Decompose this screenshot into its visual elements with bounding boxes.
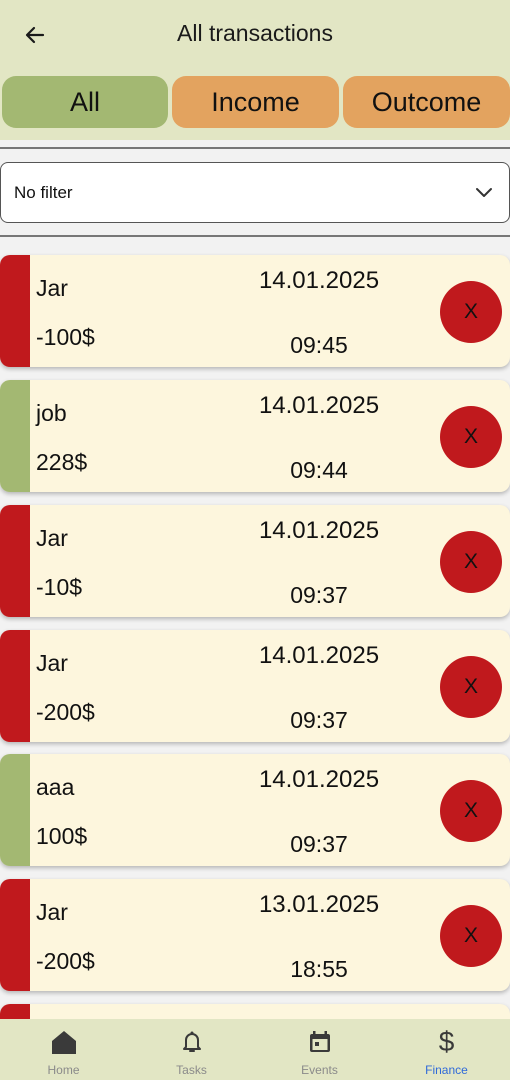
page-title: All transactions — [177, 20, 333, 46]
tab-income[interactable]: Income — [172, 76, 339, 128]
delete-transaction-button[interactable]: X — [440, 656, 502, 718]
transaction-type-stripe — [0, 630, 30, 742]
chevron-down-icon — [476, 188, 492, 197]
delete-transaction-button[interactable]: X — [440, 281, 502, 343]
transaction-card[interactable]: job 228$ 14.01.2025 09:44 X — [0, 380, 510, 492]
transaction-date: 14.01.2025 — [258, 517, 380, 544]
tab-outcome[interactable]: Outcome — [343, 76, 510, 128]
transaction-type-stripe — [0, 380, 30, 492]
transaction-date: 14.01.2025 — [258, 642, 380, 669]
transaction-time: 18:55 — [290, 956, 348, 982]
nav-home[interactable]: Home — [0, 1019, 127, 1080]
transaction-name: job — [36, 400, 67, 426]
home-icon — [49, 1027, 79, 1057]
transaction-type-stripe — [0, 505, 30, 617]
transaction-amount: 228$ — [36, 449, 88, 475]
transaction-card[interactable]: Jar -200$ 13.01.2025 18:55 X — [0, 879, 510, 991]
nav-events-label: Events — [301, 1063, 338, 1077]
transaction-amount: 100$ — [36, 823, 88, 849]
transaction-amount: -200$ — [36, 699, 95, 725]
bottom-navigation: Home Tasks Events $ Finance — [0, 1019, 510, 1080]
transaction-date: 14.01.2025 — [258, 267, 380, 294]
transaction-time: 09:45 — [290, 332, 348, 358]
delete-transaction-button[interactable]: X — [440, 406, 502, 468]
transaction-name: Jar — [36, 525, 68, 551]
divider — [0, 147, 510, 149]
nav-home-label: Home — [47, 1063, 80, 1077]
nav-finance[interactable]: $ Finance — [383, 1019, 510, 1080]
tab-all[interactable]: All — [2, 76, 168, 128]
bell-icon — [177, 1027, 207, 1057]
transaction-time: 09:37 — [290, 707, 348, 733]
dollar-icon: $ — [438, 1026, 455, 1057]
delete-transaction-button[interactable]: X — [440, 531, 502, 593]
transaction-type-stripe — [0, 255, 30, 367]
transaction-type-stripe — [0, 754, 30, 866]
transaction-card[interactable]: Jar -10$ 14.01.2025 09:37 X — [0, 505, 510, 617]
transaction-date: 14.01.2025 — [258, 392, 380, 419]
nav-tasks-label: Tasks — [176, 1063, 207, 1077]
calendar-icon — [305, 1027, 335, 1057]
top-app-bar: All transactions — [0, 0, 510, 70]
transaction-name: Jar — [36, 275, 68, 301]
nav-events[interactable]: Events — [256, 1019, 383, 1080]
filter-dropdown[interactable]: No filter — [0, 162, 510, 223]
transaction-name: Jar — [36, 650, 68, 676]
delete-transaction-button[interactable]: X — [440, 780, 502, 842]
divider — [0, 235, 510, 237]
transaction-card[interactable]: aaa 100$ 14.01.2025 09:37 X — [0, 754, 510, 866]
transaction-time: 09:44 — [290, 457, 348, 483]
transaction-card[interactable]: Jar -100$ 14.01.2025 09:45 X — [0, 255, 510, 367]
transaction-date: 13.01.2025 — [258, 891, 380, 918]
nav-finance-label: Finance — [425, 1063, 468, 1077]
filter-tabs: All Income Outcome — [0, 70, 510, 140]
filter-dropdown-value: No filter — [14, 182, 73, 202]
delete-transaction-button[interactable]: X — [440, 905, 502, 967]
transaction-name: aaa — [36, 774, 75, 800]
transaction-time: 09:37 — [290, 582, 348, 608]
transaction-date: 14.01.2025 — [258, 766, 380, 793]
transaction-amount: -200$ — [36, 948, 95, 974]
transaction-name: Jar — [36, 899, 68, 925]
transaction-time: 09:37 — [290, 831, 348, 857]
transaction-amount: -10$ — [36, 574, 83, 600]
transaction-amount: -100$ — [36, 324, 95, 350]
transaction-card[interactable]: Jar -200$ 14.01.2025 09:37 X — [0, 630, 510, 742]
nav-tasks[interactable]: Tasks — [128, 1019, 255, 1080]
transaction-type-stripe — [0, 879, 30, 991]
